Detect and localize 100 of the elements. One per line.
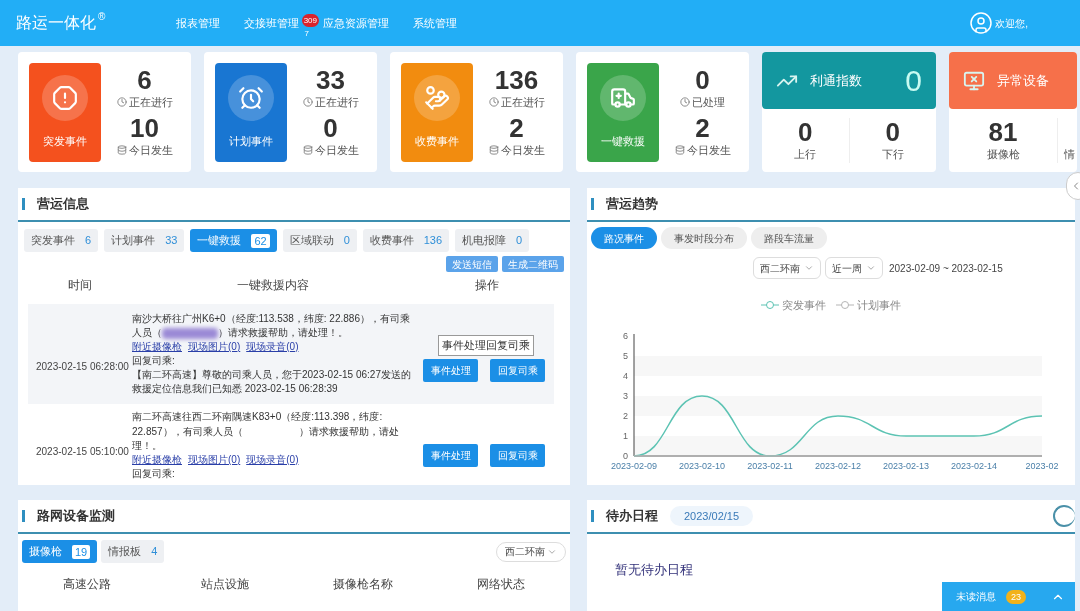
index-stat-label: 摄像枪 (986, 147, 1020, 163)
content-link[interactable]: 现场图片(0) (188, 452, 241, 467)
content-link[interactable]: 现场图片(0) (188, 339, 241, 354)
tab[interactable]: 突发事件 6 (24, 229, 99, 252)
stat-value: 2 (695, 114, 710, 142)
stat-tile[interactable]: 计划事件 (215, 62, 287, 162)
content-link[interactable]: 现场录音(0) (246, 452, 299, 467)
tab-count: 0 (343, 233, 350, 249)
greeting: 欢迎您, (995, 16, 1028, 31)
reply-text: 【南二环高速】尊敬的司乘人员，您于2023-02-15 06:27发送的救援定位信息我们已知悉 2023-02-15 06:28:39 (132, 367, 412, 396)
index-header[interactable]: 异常设备 (949, 52, 1077, 109)
action-button[interactable]: 发送短信 (446, 256, 498, 272)
x-tick-label: 2023-02-09 (611, 460, 657, 471)
tab-label: 一键救援 (197, 233, 242, 249)
tooltip: 事件处理回复司乘 (438, 335, 534, 356)
filter-select[interactable]: 近一周 (825, 257, 883, 279)
stat-value: 33 (316, 65, 345, 94)
clock-icon (302, 96, 313, 107)
stat-value: 136 (494, 65, 539, 94)
tab-label: 突发事件 (31, 233, 75, 249)
tab[interactable]: 路段车流量 (751, 227, 827, 249)
caret-icon (866, 263, 876, 273)
unread-bar[interactable]: 未读消息 23 (942, 582, 1075, 611)
stat-title: 计划事件 (229, 134, 273, 149)
tab-count: 4 (151, 544, 158, 560)
stat-label: 今日发生 (686, 143, 731, 158)
stat-value: 0 (323, 114, 338, 142)
row-action-button[interactable]: 事件处理 (423, 443, 478, 467)
tab-count: 19 (72, 544, 91, 559)
monitor-x-icon (963, 69, 985, 92)
index-value: 0 (905, 65, 922, 96)
tab-label: 收费事件 (369, 233, 414, 249)
alert-octagon-icon (52, 84, 78, 111)
nav-item[interactable]: 系统管理 (413, 14, 457, 32)
stat-title: 一键救援 (601, 134, 645, 149)
stat-tile[interactable]: 收费事件 (401, 62, 473, 162)
row-action-button[interactable]: 回复司乘 (490, 358, 545, 382)
stat-title: 突发事件 (43, 134, 87, 149)
avatar-icon[interactable] (969, 11, 994, 35)
request-text: 南二环高速往西二环南隅速K83+0（经度:113.398，纬度: 22.857），有司乘人员（ ）请求救援帮助，请处理！。 (132, 409, 400, 453)
content-link[interactable]: 附近摄像枪 (132, 339, 182, 354)
tab[interactable]: 一键救援 62 (190, 229, 277, 252)
empty-message: 暂无待办日程 (615, 561, 694, 579)
database-icon (488, 145, 499, 156)
x-tick-label: 2023-02-13 (883, 460, 929, 471)
row-action-button[interactable]: 事件处理 (423, 358, 478, 382)
nav-item[interactable]: 应急资源管理 (323, 14, 389, 32)
nav-item[interactable]: 报表管理 (176, 14, 220, 32)
stat-label: 今日发生 (314, 143, 359, 158)
tab[interactable]: 机电报障 0 (455, 229, 530, 252)
x-tick-label: 2023-02-14 (951, 460, 997, 471)
tab[interactable]: 情报板 4 (101, 540, 165, 563)
clock-icon (116, 96, 127, 107)
content-link[interactable]: 附近摄像枪 (132, 452, 182, 467)
legend-label[interactable]: 突发事件 (782, 297, 826, 314)
column-header: 摄像枪名称 (332, 576, 394, 593)
caret-icon (804, 263, 814, 273)
filter-select[interactable]: 西二环南 (753, 257, 821, 279)
nav-badge-overflow: 7 (304, 27, 309, 40)
stat-label: 今日发生 (128, 143, 173, 158)
unread-label: 未读消息 (956, 590, 996, 604)
hand-coin-icon (424, 84, 450, 111)
action-button[interactable]: 生成二维码 (502, 256, 564, 272)
column-header: 操作 (474, 276, 500, 294)
tab-label: 区域联动 (289, 233, 334, 249)
legend-label[interactable]: 计划事件 (857, 297, 901, 314)
column-header: 站点设施 (200, 576, 250, 593)
panel-title: 营运信息 (37, 195, 89, 214)
stat-tile[interactable]: 突发事件 (29, 62, 101, 162)
database-icon (302, 145, 313, 156)
index-title: 利通指数 (810, 71, 862, 90)
stat-value: 10 (130, 114, 159, 142)
tab[interactable]: 区域联动 0 (282, 229, 357, 252)
tab[interactable]: 摄像枪 19 (22, 540, 98, 563)
index-stat-label: 上行 (794, 147, 817, 163)
column-header: 网络状态 (476, 576, 526, 593)
stat-tile[interactable]: 一键救援 (587, 62, 659, 162)
panel-title: 待办日程 (606, 507, 658, 526)
content-link[interactable]: 现场录音(0) (246, 339, 299, 354)
y-tick-label: 3 (623, 390, 628, 401)
legend-marker-icon[interactable] (836, 300, 854, 311)
index-stat-label: 情 (1064, 147, 1075, 163)
legend-marker-icon[interactable] (761, 300, 779, 311)
database-icon (116, 145, 127, 156)
y-tick-label: 4 (623, 370, 628, 381)
row-action-button[interactable]: 回复司乘 (490, 443, 545, 467)
tab[interactable]: 事发时段分布 (661, 227, 747, 249)
tab-count: 0 (516, 233, 523, 249)
nav-badge: 309 (301, 13, 319, 27)
tab[interactable]: 计划事件 33 (104, 229, 185, 252)
tab[interactable]: 收费事件 136 (362, 229, 450, 252)
tab[interactable]: 路况事件 (591, 227, 657, 249)
y-tick-label: 5 (623, 350, 628, 361)
panel-title: 路网设备监测 (37, 507, 115, 526)
stat-value: 0 (695, 65, 710, 94)
alarm-clock-icon (238, 84, 264, 111)
stat-value: 6 (137, 65, 152, 94)
index-header[interactable]: 利通指数 0 (762, 52, 936, 109)
unread-count: 23 (1006, 589, 1026, 604)
x-tick-label: 2023-02-12 (815, 460, 861, 471)
